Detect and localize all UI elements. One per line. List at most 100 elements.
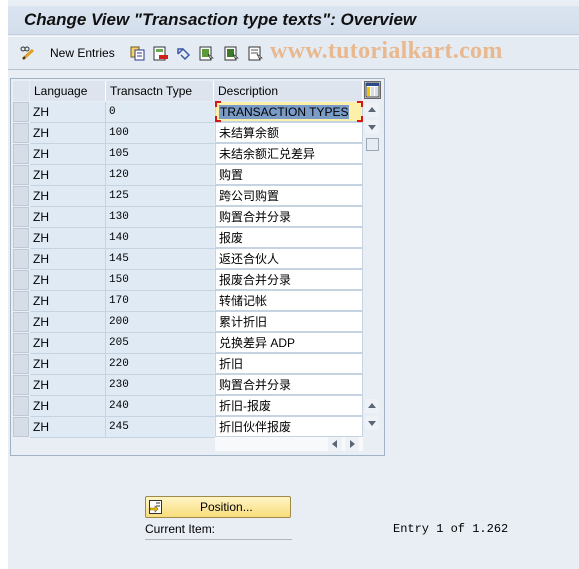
column-header-transaction-type[interactable]: Transactn Type: [106, 81, 214, 101]
row-selector[interactable]: [13, 396, 29, 416]
row-selector[interactable]: [13, 291, 29, 311]
cell-language: ZH: [30, 375, 106, 395]
cell-description-input[interactable]: 未结算余额: [215, 123, 363, 143]
row-selector[interactable]: [13, 186, 29, 206]
page-title: Change View "Transaction type texts": Ov…: [24, 10, 417, 29]
cell-transaction-type: 150: [106, 270, 214, 290]
cell-language: ZH: [30, 270, 106, 290]
table-row: ZH 205 兑换差异 ADP: [13, 333, 363, 354]
cell-description-input[interactable]: 购置合并分录: [215, 207, 363, 227]
select-block-button[interactable]: [224, 44, 239, 62]
cell-description-input[interactable]: 跨公司购置: [215, 186, 363, 206]
copy-as-button[interactable]: [130, 44, 145, 62]
row-selector[interactable]: [13, 123, 29, 143]
row-selector[interactable]: [13, 417, 29, 437]
deselect-all-icon: [248, 46, 263, 61]
description-text: 折旧伙伴报废: [219, 420, 292, 434]
row-selector[interactable]: [13, 354, 29, 374]
description-text: 购置合并分录: [219, 378, 292, 392]
deselect-all-button[interactable]: [248, 44, 263, 62]
description-text: 报废合并分录: [219, 273, 292, 287]
delete-button[interactable]: [153, 44, 168, 62]
horizontal-scrollbar[interactable]: [215, 437, 363, 451]
cell-description-input[interactable]: TRANSACTION TYPES: [215, 101, 363, 122]
application-toolbar: New Entries www.tutorialkart.com: [8, 36, 579, 70]
cell-description-input[interactable]: 购置: [215, 165, 363, 185]
cell-language: ZH: [30, 291, 106, 311]
description-text: 未结余额汇兑差异: [219, 147, 316, 161]
copy-icon: [130, 46, 145, 61]
row-selector[interactable]: [13, 165, 29, 185]
cell-transaction-type: 220: [106, 354, 214, 374]
scroll-up-button[interactable]: [365, 103, 379, 117]
description-text: 跨公司购置: [219, 189, 280, 203]
row-selector[interactable]: [13, 228, 29, 248]
select-all-column-header[interactable]: [13, 81, 29, 101]
cell-description-input[interactable]: 转储记帐: [215, 291, 363, 311]
row-selector[interactable]: [13, 375, 29, 395]
scrollbar-thumb[interactable]: [366, 138, 379, 151]
description-text: 未结算余额: [219, 126, 280, 140]
selected-text: TRANSACTION TYPES: [219, 105, 350, 119]
row-selector[interactable]: [13, 333, 29, 353]
scroll-left-button[interactable]: [328, 437, 342, 451]
new-entries-label: New Entries: [50, 46, 115, 60]
row-selector[interactable]: [13, 312, 29, 332]
row-selector[interactable]: [13, 249, 29, 269]
cell-description-input[interactable]: 报废合并分录: [215, 270, 363, 290]
undo-change-button[interactable]: [176, 44, 191, 62]
cell-description-input[interactable]: 购置合并分录: [215, 375, 363, 395]
new-entries-button[interactable]: New Entries: [46, 44, 115, 62]
cell-language: ZH: [30, 396, 106, 416]
row-selector[interactable]: [13, 207, 29, 227]
scroll-down-button[interactable]: [365, 120, 379, 134]
table-row: ZH 140 报废: [13, 228, 363, 249]
column-header-description[interactable]: Description: [214, 81, 363, 101]
row-selector[interactable]: [13, 270, 29, 290]
scroll-right-button[interactable]: [345, 437, 359, 451]
arrow-down-icon: [368, 125, 376, 130]
table-row: ZH 200 累计折旧: [13, 312, 363, 333]
cell-description-input[interactable]: 兑换差异 ADP: [215, 333, 363, 353]
cell-description-input[interactable]: 返还合伙人: [215, 249, 363, 269]
pencil-glasses-icon: [20, 46, 35, 61]
arrow-up-icon: [368, 403, 376, 408]
position-button[interactable]: Position...: [145, 496, 291, 518]
cell-description-input[interactable]: 折旧伙伴报废: [215, 417, 363, 437]
current-item-label: Current Item:: [145, 522, 292, 540]
table-row: ZH 105 未结余额汇兑差异: [13, 144, 363, 165]
arrow-left-icon: [332, 440, 337, 448]
cell-description-input[interactable]: 报废: [215, 228, 363, 248]
row-selector[interactable]: [13, 102, 29, 122]
description-text: 购置: [219, 168, 244, 182]
entry-status: Entry 1 of 1.262: [393, 522, 509, 536]
cell-transaction-type: 120: [106, 165, 214, 185]
page-up-button[interactable]: [365, 399, 379, 413]
cell-description-input[interactable]: 折旧: [215, 354, 363, 374]
description-text: 兑换差异 ADP: [219, 336, 296, 350]
table-settings-button[interactable]: [364, 81, 381, 99]
table-row: ZH 240 折旧-报废: [13, 396, 363, 417]
column-header-language[interactable]: Language: [30, 81, 106, 101]
undo-change-icon: [176, 46, 191, 61]
cell-description-input[interactable]: 折旧-报废: [215, 396, 363, 416]
description-text: 返还合伙人: [219, 252, 280, 266]
cell-language: ZH: [30, 228, 106, 248]
cell-description-input[interactable]: 累计折旧: [215, 312, 363, 332]
table-row: ZH 170 转储记帐: [13, 291, 363, 312]
select-all-button[interactable]: [199, 44, 214, 62]
description-text: 累计折旧: [219, 315, 268, 329]
cell-description-input[interactable]: 未结余额汇兑差异: [215, 144, 363, 164]
table-row: ZH 230 购置合并分录: [13, 375, 363, 396]
position-icon: [149, 500, 162, 514]
cell-language: ZH: [30, 102, 106, 122]
page-down-button[interactable]: [365, 416, 379, 430]
row-selector[interactable]: [13, 144, 29, 164]
description-text: 购置合并分录: [219, 210, 292, 224]
table-control: Language Transactn Type Description ZH 0 T…: [10, 78, 385, 456]
cell-language: ZH: [30, 186, 106, 206]
cell-transaction-type: 230: [106, 375, 214, 395]
table-row: ZH 130 购置合并分录: [13, 207, 363, 228]
display-change-button[interactable]: [20, 44, 35, 62]
cell-language: ZH: [30, 417, 106, 437]
